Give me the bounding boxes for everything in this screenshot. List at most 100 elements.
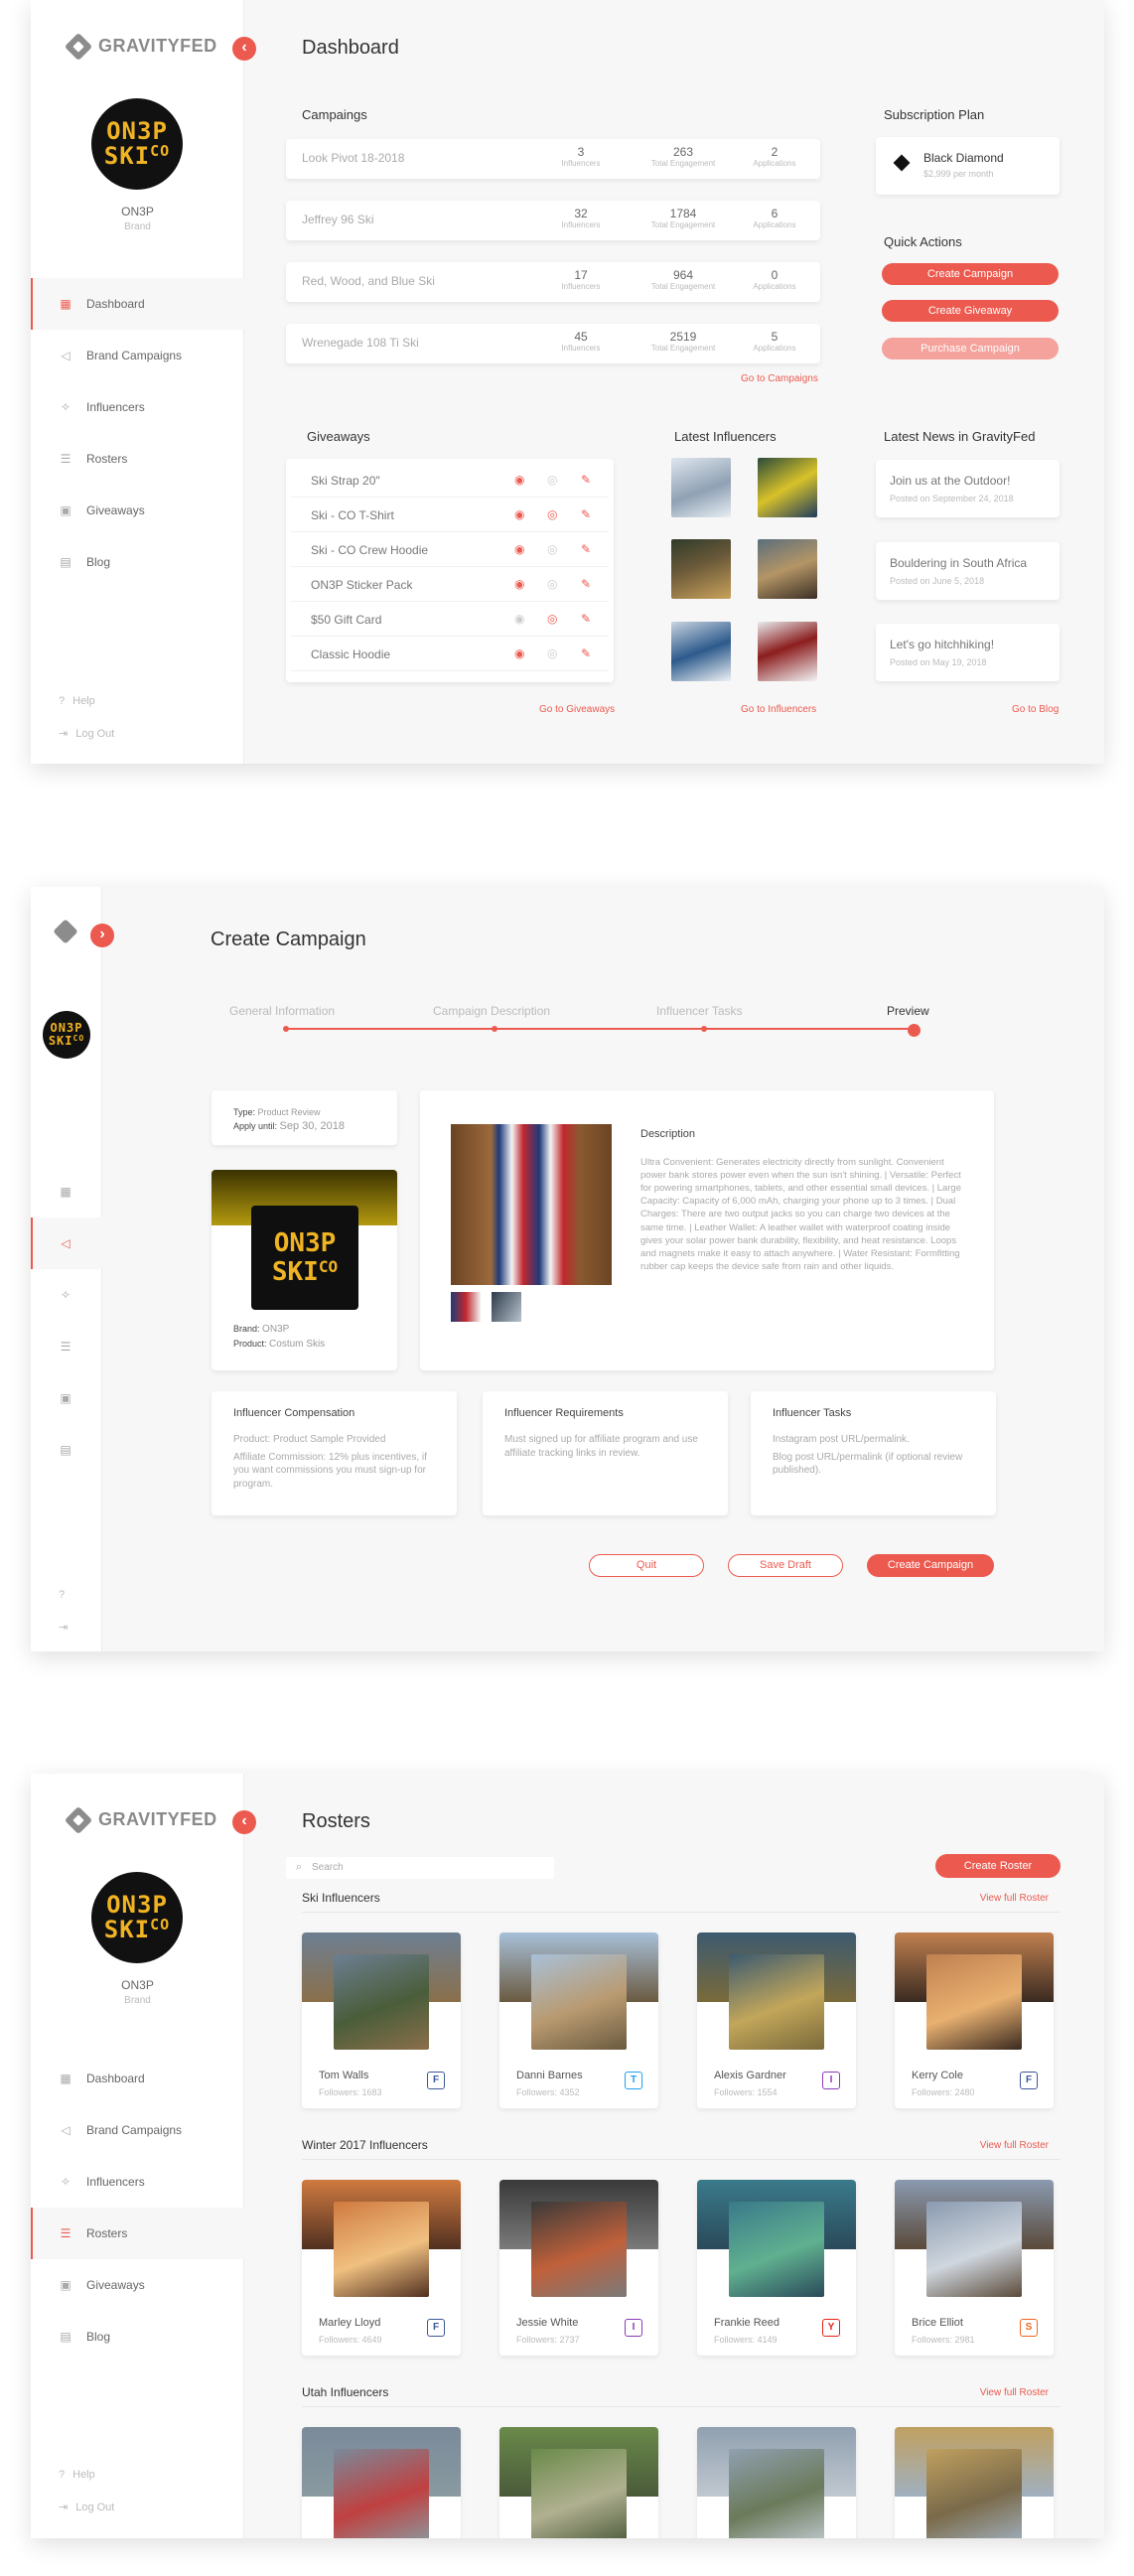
product-thumbnail[interactable] xyxy=(451,1292,481,1322)
sidebar-item-influencers[interactable]: ✧ xyxy=(31,1269,102,1321)
create-campaign-button[interactable]: Create Campaign xyxy=(882,263,1059,285)
influencer-card[interactable] xyxy=(499,2427,658,2538)
influencer-card[interactable]: Jessie White Followers: 2737 I xyxy=(499,2180,658,2356)
gravityfed-logo[interactable]: GRAVITYFED xyxy=(64,1805,217,1834)
view-icon[interactable]: ◉ xyxy=(514,507,524,521)
save-draft-button[interactable]: Save Draft xyxy=(728,1554,843,1577)
sidebar-item-brand-campaigns[interactable]: ◁ Brand Campaigns xyxy=(31,330,244,381)
sidebar-item-rosters[interactable]: ☰ xyxy=(31,1321,102,1372)
help-link[interactable]: ? Help xyxy=(59,695,95,707)
product-thumbnail[interactable] xyxy=(492,1292,521,1322)
sidebar-item-influencers[interactable]: ✧ Influencers xyxy=(31,381,244,433)
sidebar-item-giveaways[interactable]: ▣ Giveaways xyxy=(31,485,244,536)
influencer-card[interactable]: Marley Lloyd Followers: 4649 F xyxy=(302,2180,461,2356)
hide-icon[interactable]: ◎ xyxy=(547,507,557,521)
hide-icon[interactable]: ◎ xyxy=(547,612,557,626)
campaign-row[interactable]: Look Pivot 18-2018 3 Influencers 263 Total E… xyxy=(286,139,820,179)
influencer-thumb[interactable] xyxy=(758,622,817,681)
sidebar-item-giveaways[interactable]: ▣ xyxy=(31,1372,102,1424)
sidebar-item-blog[interactable]: ▤ xyxy=(31,1424,102,1476)
strava-icon[interactable]: S xyxy=(1020,2319,1038,2337)
hide-icon[interactable]: ◎ xyxy=(547,473,557,487)
go-to-giveaways-link[interactable]: Go to Giveaways xyxy=(539,704,615,715)
view-icon[interactable]: ◉ xyxy=(514,542,524,556)
view-full-roster-link[interactable]: View full Roster xyxy=(980,2140,1049,2151)
create-campaign-button[interactable]: Create Campaign xyxy=(867,1554,994,1577)
campaign-row[interactable]: Red, Wood, and Blue Ski 17 Influencers 964 T… xyxy=(286,262,820,302)
logout-link[interactable]: ⇥ xyxy=(59,1621,68,1634)
facebook-icon[interactable]: F xyxy=(1020,2072,1038,2089)
edit-icon[interactable]: ✎ xyxy=(581,646,591,660)
youtube-icon[interactable]: Y xyxy=(822,2319,840,2337)
giveaway-row[interactable]: Ski - CO T-Shirt ◉ ◎ ✎ xyxy=(291,498,609,532)
sidebar-item-blog[interactable]: ▤ Blog xyxy=(31,2311,244,2362)
expand-sidebar-button[interactable]: › xyxy=(90,924,114,947)
view-icon[interactable]: ◉ xyxy=(514,473,524,487)
influencer-thumb[interactable] xyxy=(671,539,731,599)
edit-icon[interactable]: ✎ xyxy=(581,542,591,556)
edit-icon[interactable]: ✎ xyxy=(581,507,591,521)
step-general-information[interactable]: General Information xyxy=(229,1004,335,1018)
sidebar-item-dashboard[interactable]: ▦ Dashboard xyxy=(31,2053,244,2104)
purchase-campaign-button[interactable]: Purchase Campaign xyxy=(882,338,1059,359)
campaign-row[interactable]: Wrenegade 108 Ti Ski 45 Influencers 2519 Tot… xyxy=(286,324,820,363)
influencer-card[interactable] xyxy=(697,2427,856,2538)
collapse-sidebar-button[interactable]: ‹ xyxy=(232,1810,256,1834)
view-icon[interactable]: ◉ xyxy=(514,612,524,626)
twitter-icon[interactable]: T xyxy=(625,2072,642,2089)
hide-icon[interactable]: ◎ xyxy=(547,542,557,556)
view-full-roster-link[interactable]: View full Roster xyxy=(980,1893,1049,1904)
view-icon[interactable]: ◉ xyxy=(514,646,524,660)
step-campaign-description[interactable]: Campaign Description xyxy=(433,1004,550,1018)
influencer-thumb[interactable] xyxy=(758,458,817,517)
go-to-campaigns-link[interactable]: Go to Campaigns xyxy=(741,373,818,384)
giveaway-row[interactable]: Classic Hoodie ◉ ◎ ✎ xyxy=(291,637,609,671)
help-link[interactable]: ? xyxy=(59,1589,65,1601)
sidebar-item-influencers[interactable]: ✧ Influencers xyxy=(31,2156,244,2208)
sidebar-item-rosters[interactable]: ☰ Rosters xyxy=(31,2208,244,2259)
step-influencer-tasks[interactable]: Influencer Tasks xyxy=(656,1004,743,1018)
influencer-card[interactable]: Kerry Cole Followers: 2480 F xyxy=(895,1932,1054,2108)
create-giveaway-button[interactable]: Create Giveaway xyxy=(882,300,1059,322)
sidebar-item-dashboard[interactable]: ▦ Dashboard xyxy=(31,278,244,330)
giveaway-row[interactable]: Ski Strap 20" ◉ ◎ ✎ xyxy=(291,463,609,498)
gravityfed-logo-icon[interactable] xyxy=(53,919,78,944)
instagram-icon[interactable]: I xyxy=(822,2072,840,2089)
go-to-influencers-link[interactable]: Go to Influencers xyxy=(741,704,816,715)
instagram-icon[interactable]: I xyxy=(625,2319,642,2337)
influencer-card[interactable]: Danni Barnes Followers: 4352 T xyxy=(499,1932,658,2108)
hide-icon[interactable]: ◎ xyxy=(547,577,557,591)
product-photo[interactable] xyxy=(451,1124,612,1285)
influencer-card[interactable] xyxy=(895,2427,1054,2538)
gravityfed-logo[interactable]: GRAVITYFED xyxy=(64,32,217,61)
edit-icon[interactable]: ✎ xyxy=(581,473,591,487)
quit-button[interactable]: Quit xyxy=(589,1554,704,1577)
influencer-card[interactable]: Alexis Gardner Followers: 1554 I xyxy=(697,1932,856,2108)
campaign-row[interactable]: Jeffrey 96 Ski 32 Influencers 1784 Total Eng… xyxy=(286,201,820,240)
influencer-thumb[interactable] xyxy=(671,458,731,517)
create-roster-button[interactable]: Create Roster xyxy=(935,1854,1061,1878)
logout-link[interactable]: ⇥ Log Out xyxy=(59,2501,114,2514)
influencer-card[interactable]: Brice Elliot Followers: 2981 S xyxy=(895,2180,1054,2356)
sidebar-item-dashboard[interactable]: ▦ xyxy=(31,1166,102,1217)
influencer-card[interactable]: Tom Walls Followers: 1683 F xyxy=(302,1932,461,2108)
influencer-thumb[interactable] xyxy=(671,622,731,681)
influencer-thumb[interactable] xyxy=(758,539,817,599)
sidebar-item-blog[interactable]: ▤ Blog xyxy=(31,536,244,588)
help-link[interactable]: ? Help xyxy=(59,2469,95,2481)
influencer-card[interactable] xyxy=(302,2427,461,2538)
giveaway-row[interactable]: $50 Gift Card ◉ ◎ ✎ xyxy=(291,602,609,637)
facebook-icon[interactable]: F xyxy=(427,2319,445,2337)
sidebar-item-brand-campaigns[interactable]: ◁ xyxy=(31,1217,102,1269)
view-full-roster-link[interactable]: View full Roster xyxy=(980,2387,1049,2398)
news-card[interactable]: Let's go hitchhiking! Posted on May 19, 2… xyxy=(876,624,1060,681)
hide-icon[interactable]: ◎ xyxy=(547,646,557,660)
search-box[interactable]: ⌕ Search xyxy=(286,1857,554,1879)
news-card[interactable]: Join us at the Outdoor! Posted on Septemb… xyxy=(876,460,1060,517)
sidebar-item-brand-campaigns[interactable]: ◁ Brand Campaigns xyxy=(31,2104,244,2156)
giveaway-row[interactable]: Ski - CO Crew Hoodie ◉ ◎ ✎ xyxy=(291,532,609,567)
edit-icon[interactable]: ✎ xyxy=(581,612,591,626)
sidebar-item-giveaways[interactable]: ▣ Giveaways xyxy=(31,2259,244,2311)
step-preview[interactable]: Preview xyxy=(887,1004,929,1018)
news-card[interactable]: Bouldering in South Africa Posted on June… xyxy=(876,542,1060,600)
